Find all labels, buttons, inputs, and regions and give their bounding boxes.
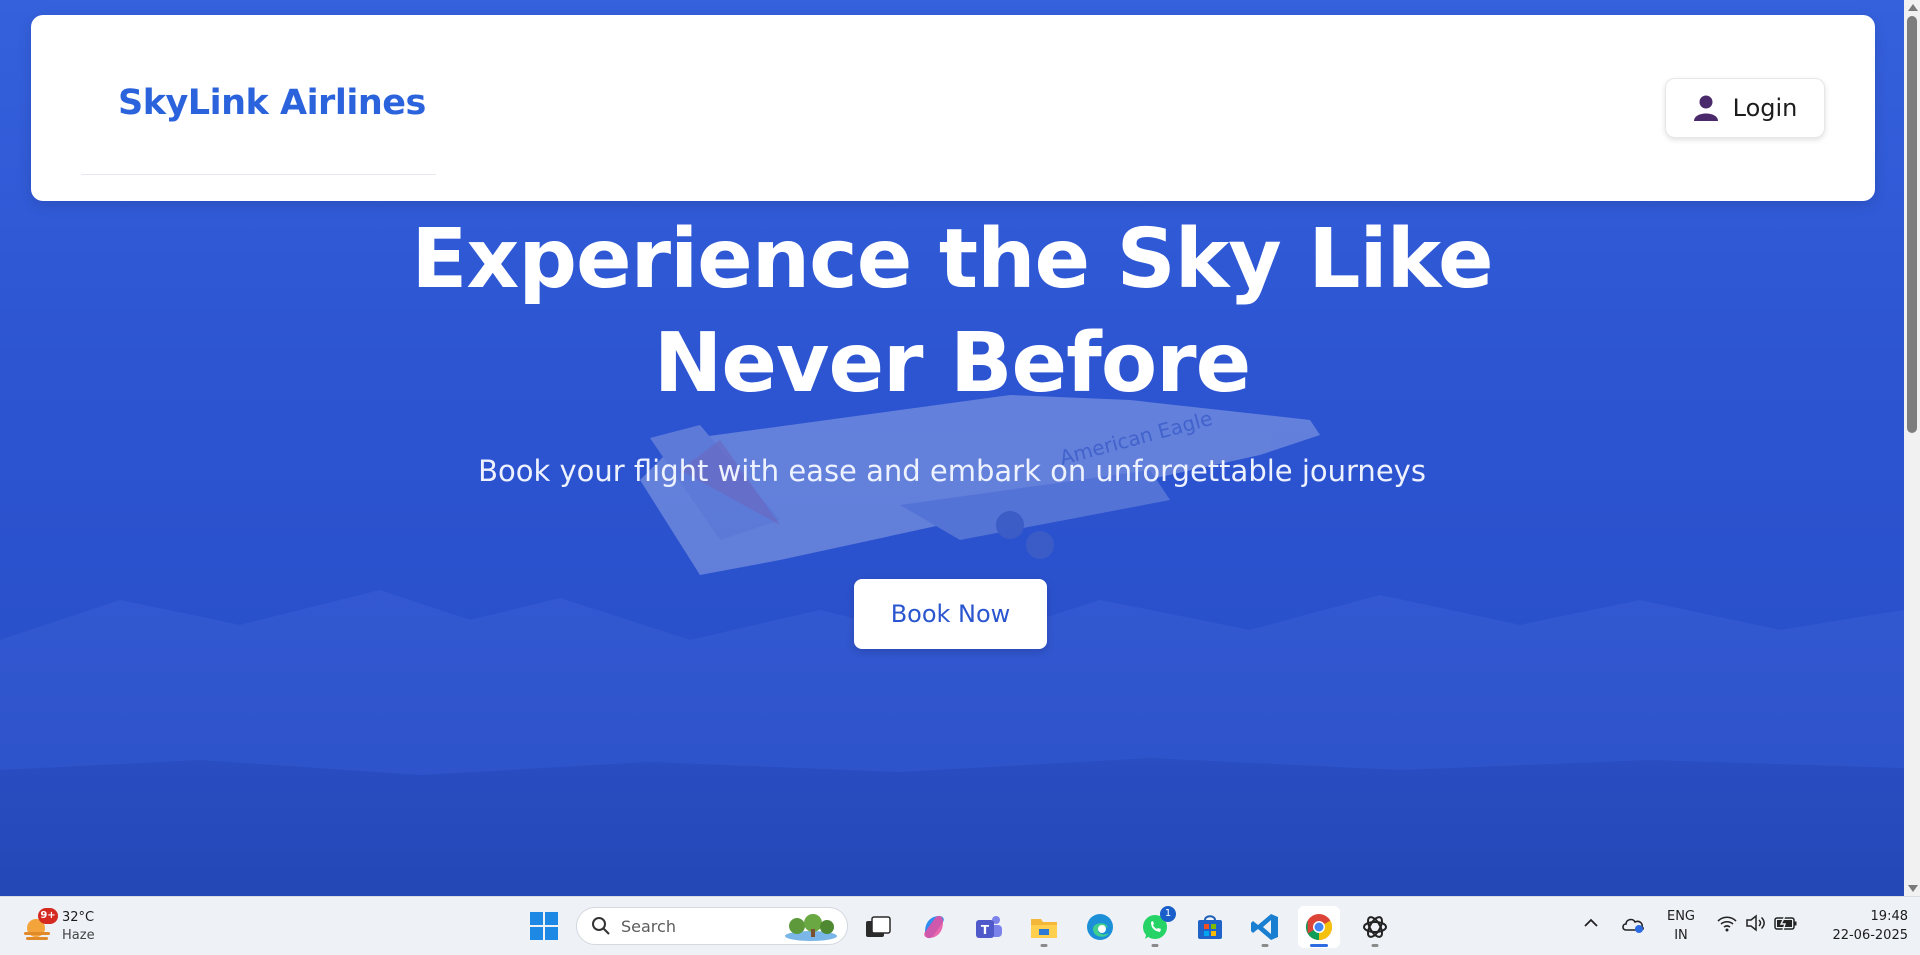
microsoft-store-icon — [1198, 915, 1222, 939]
scroll-up-arrow-icon[interactable] — [1908, 4, 1918, 11]
weather-widget[interactable]: 9+ 32°C Haze — [22, 905, 132, 949]
chrome-button[interactable] — [1298, 906, 1340, 948]
chrome-icon — [1305, 914, 1333, 941]
system-clock[interactable]: 19:48 22-06-2025 — [1808, 907, 1908, 945]
microsoft-store-button[interactable] — [1189, 906, 1231, 948]
clock-time: 19:48 — [1870, 909, 1908, 924]
vertical-scrollbar[interactable] — [1904, 0, 1920, 896]
clock-date: 22-06-2025 — [1832, 928, 1908, 943]
active-indicator — [1310, 944, 1328, 947]
weather-icon: 9+ — [22, 908, 58, 944]
volume-icon[interactable] — [1745, 913, 1767, 933]
teams-icon: T — [976, 916, 1002, 938]
onedrive-sync-icon[interactable] — [1620, 913, 1646, 935]
task-view-button[interactable] — [857, 906, 899, 948]
edge-icon — [1087, 914, 1113, 940]
user-icon — [1693, 95, 1718, 121]
edge-button[interactable] — [1079, 906, 1121, 948]
hero-subtitle: Book your flight with ease and embark on… — [478, 454, 1426, 488]
scroll-down-arrow-icon[interactable] — [1908, 885, 1918, 892]
language-code: ENG — [1666, 909, 1695, 924]
search-placeholder: Search — [621, 916, 676, 936]
file-explorer-icon — [1031, 919, 1057, 938]
running-indicator — [1151, 944, 1159, 947]
browser-viewport: American Eagle SkyLink Airlines Login Ex… — [0, 0, 1904, 896]
battery-icon[interactable] — [1774, 914, 1798, 932]
file-explorer-button[interactable] — [1023, 906, 1065, 948]
teams-button[interactable]: T — [968, 906, 1010, 948]
weather-badge: 9+ — [38, 908, 58, 924]
site-header: SkyLink Airlines Login — [31, 15, 1875, 201]
vscode-icon — [1251, 914, 1278, 940]
copilot-button[interactable] — [913, 906, 955, 948]
search-highlight-image — [785, 914, 837, 941]
login-label: Login — [1732, 94, 1798, 122]
chatgpt-button[interactable] — [1354, 906, 1396, 948]
weather-condition: Haze — [62, 928, 95, 943]
windows-logo-icon — [530, 912, 558, 940]
wifi-icon[interactable] — [1716, 913, 1738, 933]
windows-taskbar: 9+ 32°C Haze Search T 1 ENG IN 19:48 22-… — [0, 896, 1920, 955]
hero-title: Experience the Sky Like Never Before — [0, 208, 1904, 416]
hero-title-line-1: Experience the Sky Like — [411, 212, 1493, 307]
running-indicator — [1040, 944, 1048, 947]
whatsapp-badge: 1 — [1160, 906, 1176, 922]
copilot-icon — [924, 915, 944, 939]
book-now-button[interactable]: Book Now — [854, 579, 1047, 649]
brand-logo[interactable]: SkyLink Airlines — [118, 83, 426, 123]
task-view-icon — [866, 916, 891, 937]
running-indicator — [1371, 944, 1379, 947]
vscode-button[interactable] — [1244, 906, 1286, 948]
scrollbar-thumb[interactable] — [1907, 16, 1917, 433]
show-hidden-icons-icon[interactable] — [1582, 914, 1600, 932]
login-button[interactable]: Login — [1665, 78, 1825, 138]
svg-text:T: T — [981, 923, 990, 937]
region-code: IN — [1674, 928, 1688, 943]
hero-title-line-2: Never Before — [653, 316, 1251, 411]
running-indicator — [1261, 944, 1269, 947]
brand-divider — [81, 174, 436, 175]
start-button[interactable] — [525, 907, 563, 945]
taskbar-search[interactable]: Search — [576, 907, 848, 945]
chatgpt-icon — [1363, 916, 1387, 938]
weather-temperature: 32°C — [62, 910, 95, 925]
whatsapp-button[interactable]: 1 — [1134, 906, 1176, 948]
language-indicator[interactable]: ENG IN — [1660, 907, 1702, 945]
search-icon — [592, 917, 610, 935]
